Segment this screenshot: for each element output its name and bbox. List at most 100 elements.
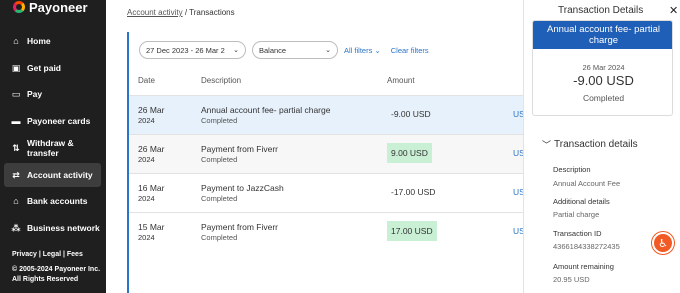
sidebar-item-home[interactable]: ⌂ Home	[4, 29, 101, 53]
row-date: 15 Mar 2024	[138, 222, 164, 243]
sidebar-item-label: Business network	[27, 223, 100, 233]
breadcrumb-current: Transactions	[189, 8, 235, 17]
row-status: Completed	[201, 155, 238, 164]
row-amount: -17.00 USD	[391, 187, 436, 197]
balance-value: Balance	[259, 45, 287, 55]
transaction-summary-card: Annual account fee- partial charge 26 Ma…	[532, 20, 673, 116]
section-title: Transaction details	[554, 139, 638, 150]
bank-icon: ⌂	[13, 196, 19, 206]
detail-label-amount-remaining: Amount remaining	[553, 262, 614, 271]
close-icon[interactable]: ✕	[669, 4, 678, 17]
balance-select[interactable]: Balance ⌄	[252, 41, 338, 59]
row-description-text: Payment from Fiverr	[201, 222, 278, 232]
activity-icon: ⇄	[12, 169, 20, 180]
row-amount: 17.00 USD	[387, 221, 437, 241]
row-description: Payment from Fiverr Completed	[201, 144, 278, 165]
sidebar-item-pay[interactable]: ▭ Pay	[4, 82, 101, 106]
table-row[interactable]: 26 Mar 2024 Payment from Fiverr Completed …	[129, 134, 549, 173]
detail-value-amount-remaining: 20.95 USD	[553, 275, 590, 284]
row-description: Payment to JazzCash Completed	[201, 183, 284, 204]
filter-bar: 27 Dec 2023 - 26 Mar 2 ⌄ Balance ⌄ All f…	[139, 41, 429, 59]
header-amount: Amount	[387, 76, 415, 85]
sidebar-item-business-network[interactable]: ⁂ Business network	[4, 216, 101, 240]
pay-icon: ▭	[11, 88, 21, 99]
breadcrumb: Account activity / Transactions	[127, 8, 235, 17]
all-filters-label: All filters	[344, 45, 373, 55]
row-description-text: Payment from Fiverr	[201, 144, 278, 154]
sidebar-item-payoneer-cards[interactable]: ▬ Payoneer cards	[4, 109, 101, 133]
row-date: 16 Mar 2024	[138, 183, 164, 204]
sidebar-item-label: Get paid	[27, 63, 62, 73]
card-icon: ▬	[11, 116, 21, 126]
all-filters-button[interactable]: All filters ⌄	[344, 46, 381, 55]
transaction-details-toggle[interactable]: ﹀ Transaction details	[542, 138, 638, 151]
detail-label-description: Description	[553, 165, 591, 174]
detail-value-transaction-id: 4366184338272435	[553, 242, 620, 251]
detail-label-additional: Additional details	[553, 197, 610, 206]
row-date-day: 26 Mar	[138, 144, 165, 154]
clear-filters-button[interactable]: Clear filters	[391, 46, 429, 55]
logo-text: Payoneer	[29, 0, 88, 15]
chevron-down-icon: ⌄	[325, 47, 331, 54]
row-date: 26 Mar 2024	[138, 105, 164, 126]
panel-title: Transaction Details	[558, 5, 644, 16]
table-header: Date Description Amount	[129, 76, 549, 92]
sidebar-item-bank-accounts[interactable]: ⌂ Bank accounts	[4, 189, 101, 213]
home-icon: ⌂	[13, 36, 19, 46]
get-paid-icon: ▣	[11, 62, 21, 73]
row-date: 26 Mar 2024	[138, 144, 164, 165]
accessibility-icon[interactable]: ♿	[652, 232, 674, 254]
row-date-day: 15 Mar	[138, 222, 165, 232]
detail-value-description: Annual Account Fee	[553, 179, 621, 188]
row-date-year: 2024	[138, 116, 155, 125]
main-content: Account activity / Transactions 27 Dec 2…	[106, 0, 549, 293]
row-amount: -9.00 USD	[391, 109, 431, 119]
legal-links[interactable]: Privacy | Legal | Fees	[12, 251, 83, 258]
row-date-year: 2024	[138, 194, 155, 203]
detail-label-transaction-id: Transaction ID	[553, 229, 602, 238]
sidebar-item-label: Account activity	[27, 170, 93, 180]
header-date: Date	[138, 76, 155, 85]
row-date-year: 2024	[138, 233, 155, 242]
row-amount: 9.00 USD	[387, 143, 432, 163]
chevron-down-icon: ﹀	[542, 140, 552, 150]
date-range-value: 27 Dec 2023 - 26 Mar 2	[146, 45, 225, 55]
row-status: Completed	[201, 194, 238, 203]
sidebar-item-label: Payoneer cards	[27, 116, 91, 126]
table-row[interactable]: 15 Mar 2024 Payment from Fiverr Completed …	[129, 212, 549, 251]
summary-amount: -9.00 USD	[573, 73, 634, 88]
copyright: © 2005-2024 Payoneer Inc. All Rights Res…	[12, 266, 101, 283]
sidebar-item-label: Home	[27, 36, 51, 46]
summary-date: 26 Mar 2024	[582, 63, 625, 72]
row-date-day: 26 Mar	[138, 105, 165, 115]
row-date-day: 16 Mar	[138, 183, 165, 193]
row-date-year: 2024	[138, 155, 155, 164]
row-description: Payment from Fiverr Completed	[201, 222, 278, 243]
table-row[interactable]: 26 Mar 2024 Annual account fee- partial c…	[129, 95, 549, 134]
row-description-text: Payment to JazzCash	[201, 183, 284, 193]
payoneer-logo[interactable]: Payoneer	[13, 0, 88, 15]
table-row[interactable]: 16 Mar 2024 Payment to JazzCash Completed …	[129, 173, 549, 212]
sidebar-item-label: Bank accounts	[27, 196, 88, 206]
sidebar-item-label: Pay	[27, 89, 43, 99]
sidebar-item-withdraw-transfer[interactable]: ⇅ Withdraw & transfer	[4, 136, 101, 160]
date-range-select[interactable]: 27 Dec 2023 - 26 Mar 2 ⌄	[139, 41, 246, 59]
transactions-panel: 27 Dec 2023 - 26 Mar 2 ⌄ Balance ⌄ All f…	[127, 32, 549, 293]
row-description-text: Annual account fee- partial charge	[201, 105, 331, 115]
detail-value-additional: Partial charge	[553, 210, 600, 219]
row-status: Completed	[201, 233, 238, 242]
sidebar: Payoneer ⌂ Home ▣ Get paid ▭ Pay ▬ Payon…	[0, 0, 106, 293]
chevron-down-icon: ⌄	[233, 47, 239, 54]
sidebar-item-get-paid[interactable]: ▣ Get paid	[4, 56, 101, 80]
network-icon: ⁂	[11, 222, 21, 233]
breadcrumb-account-activity[interactable]: Account activity	[127, 8, 183, 17]
transaction-details-panel: Transaction Details ✕ Annual account fee…	[523, 0, 680, 293]
sidebar-item-account-activity[interactable]: ⇄ Account activity	[4, 163, 101, 187]
header-description: Description	[201, 76, 242, 85]
summary-heading: Annual account fee- partial charge	[533, 21, 672, 49]
sidebar-item-label: Withdraw & transfer	[27, 138, 74, 158]
summary-status: Completed	[582, 93, 625, 103]
row-status: Completed	[201, 116, 238, 125]
row-description: Annual account fee- partial charge Comple…	[201, 105, 330, 126]
payoneer-logo-icon	[13, 1, 25, 13]
